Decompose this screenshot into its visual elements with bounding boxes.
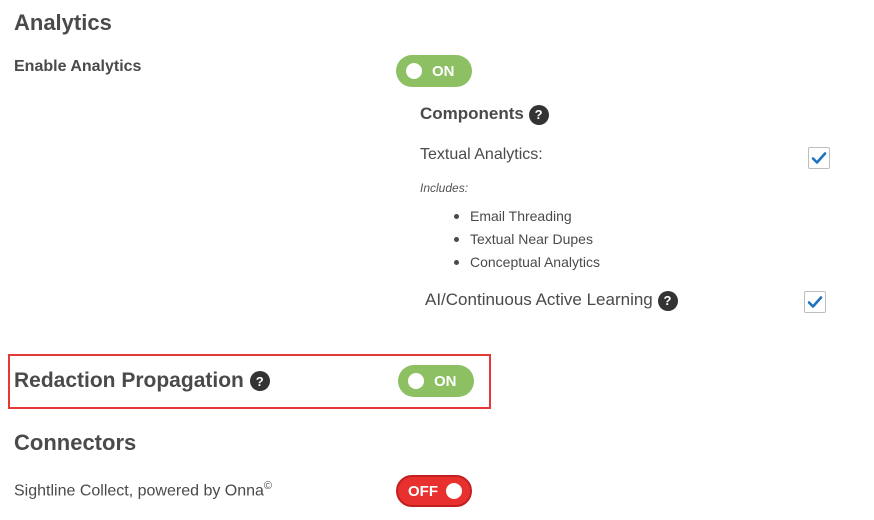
components-label: Components (420, 104, 524, 123)
list-item: Email Threading (448, 205, 600, 228)
textual-analytics-label: Textual Analytics: (420, 146, 543, 163)
includes-list: Email Threading Textual Near Dupes Conce… (448, 205, 600, 274)
components-title: Components ? (420, 104, 549, 125)
checkmark-icon (807, 296, 823, 308)
toggle-state: ON (434, 372, 457, 390)
redaction-heading: Redaction Propagation ? (14, 369, 270, 393)
list-item: Textual Near Dupes (448, 228, 600, 251)
redaction-label: Redaction Propagation (14, 369, 244, 392)
ai-cal-checkbox[interactable] (804, 291, 826, 313)
sightline-toggle[interactable]: OFF (396, 475, 472, 507)
ai-cal-row: AI/Continuous Active Learning ? (425, 290, 678, 311)
toggle-knob (446, 483, 462, 499)
sightline-label: Sightline Collect, powered by Onna (14, 482, 264, 500)
connectors-heading: Connectors (14, 430, 137, 455)
toggle-knob (406, 63, 422, 79)
enable-analytics-label: Enable Analytics (14, 58, 142, 75)
list-item: Conceptual Analytics (448, 251, 600, 274)
help-icon[interactable]: ? (657, 290, 678, 311)
help-icon[interactable]: ? (528, 104, 549, 125)
ai-cal-label: AI/Continuous Active Learning (425, 290, 653, 309)
help-icon[interactable]: ? (249, 371, 270, 392)
includes-label: Includes: (420, 181, 469, 195)
sightline-row: Sightline Collect, powered by Onna© (14, 480, 272, 500)
toggle-state: OFF (408, 482, 438, 500)
toggle-knob (408, 373, 424, 389)
enable-analytics-toggle[interactable]: ON (396, 55, 472, 87)
checkmark-icon (811, 152, 827, 164)
textual-analytics-checkbox[interactable] (808, 147, 830, 169)
analytics-heading: Analytics (14, 10, 112, 35)
toggle-state: ON (432, 62, 455, 80)
redaction-toggle[interactable]: ON (398, 365, 474, 397)
copyright-mark: © (263, 480, 273, 492)
